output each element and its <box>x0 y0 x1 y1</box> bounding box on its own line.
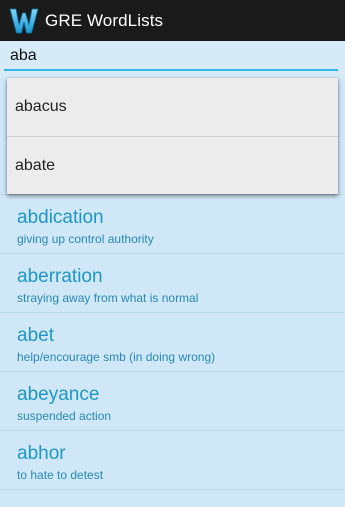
word-title: aberration <box>17 266 103 287</box>
app-title: GRE WordLists <box>45 10 164 30</box>
word-title: abeyance <box>17 384 100 405</box>
word-definition: giving up control authority <box>17 232 154 246</box>
list-item[interactable]: aberration straying away from what is no… <box>0 254 345 313</box>
word-title: abhor <box>17 443 66 464</box>
w-logo-icon[interactable] <box>9 6 39 36</box>
list-item[interactable]: abeyance suspended action <box>0 372 345 431</box>
action-bar: GRE WordLists <box>0 0 345 41</box>
list-item[interactable]: abdication giving up control authority <box>0 195 345 254</box>
suggestion-item[interactable]: abate <box>7 136 338 194</box>
autocomplete-dropdown: abacus abate <box>7 78 338 194</box>
word-definition: help/encourage smb (in doing wrong) <box>17 350 216 364</box>
word-definition: suspended action <box>17 409 112 423</box>
list-item[interactable]: abet help/encourage smb (in doing wrong) <box>0 313 345 372</box>
search-input[interactable] <box>4 43 338 71</box>
list-item[interactable]: abhor to hate to detest <box>0 431 345 490</box>
word-definition: to hate to detest <box>17 468 104 482</box>
search-area <box>0 41 345 78</box>
suggestion-item[interactable]: abacus <box>7 78 338 136</box>
word-title: abet <box>17 325 54 346</box>
word-title: abdication <box>17 207 104 228</box>
word-definition: straying away from what is normal <box>17 291 199 305</box>
